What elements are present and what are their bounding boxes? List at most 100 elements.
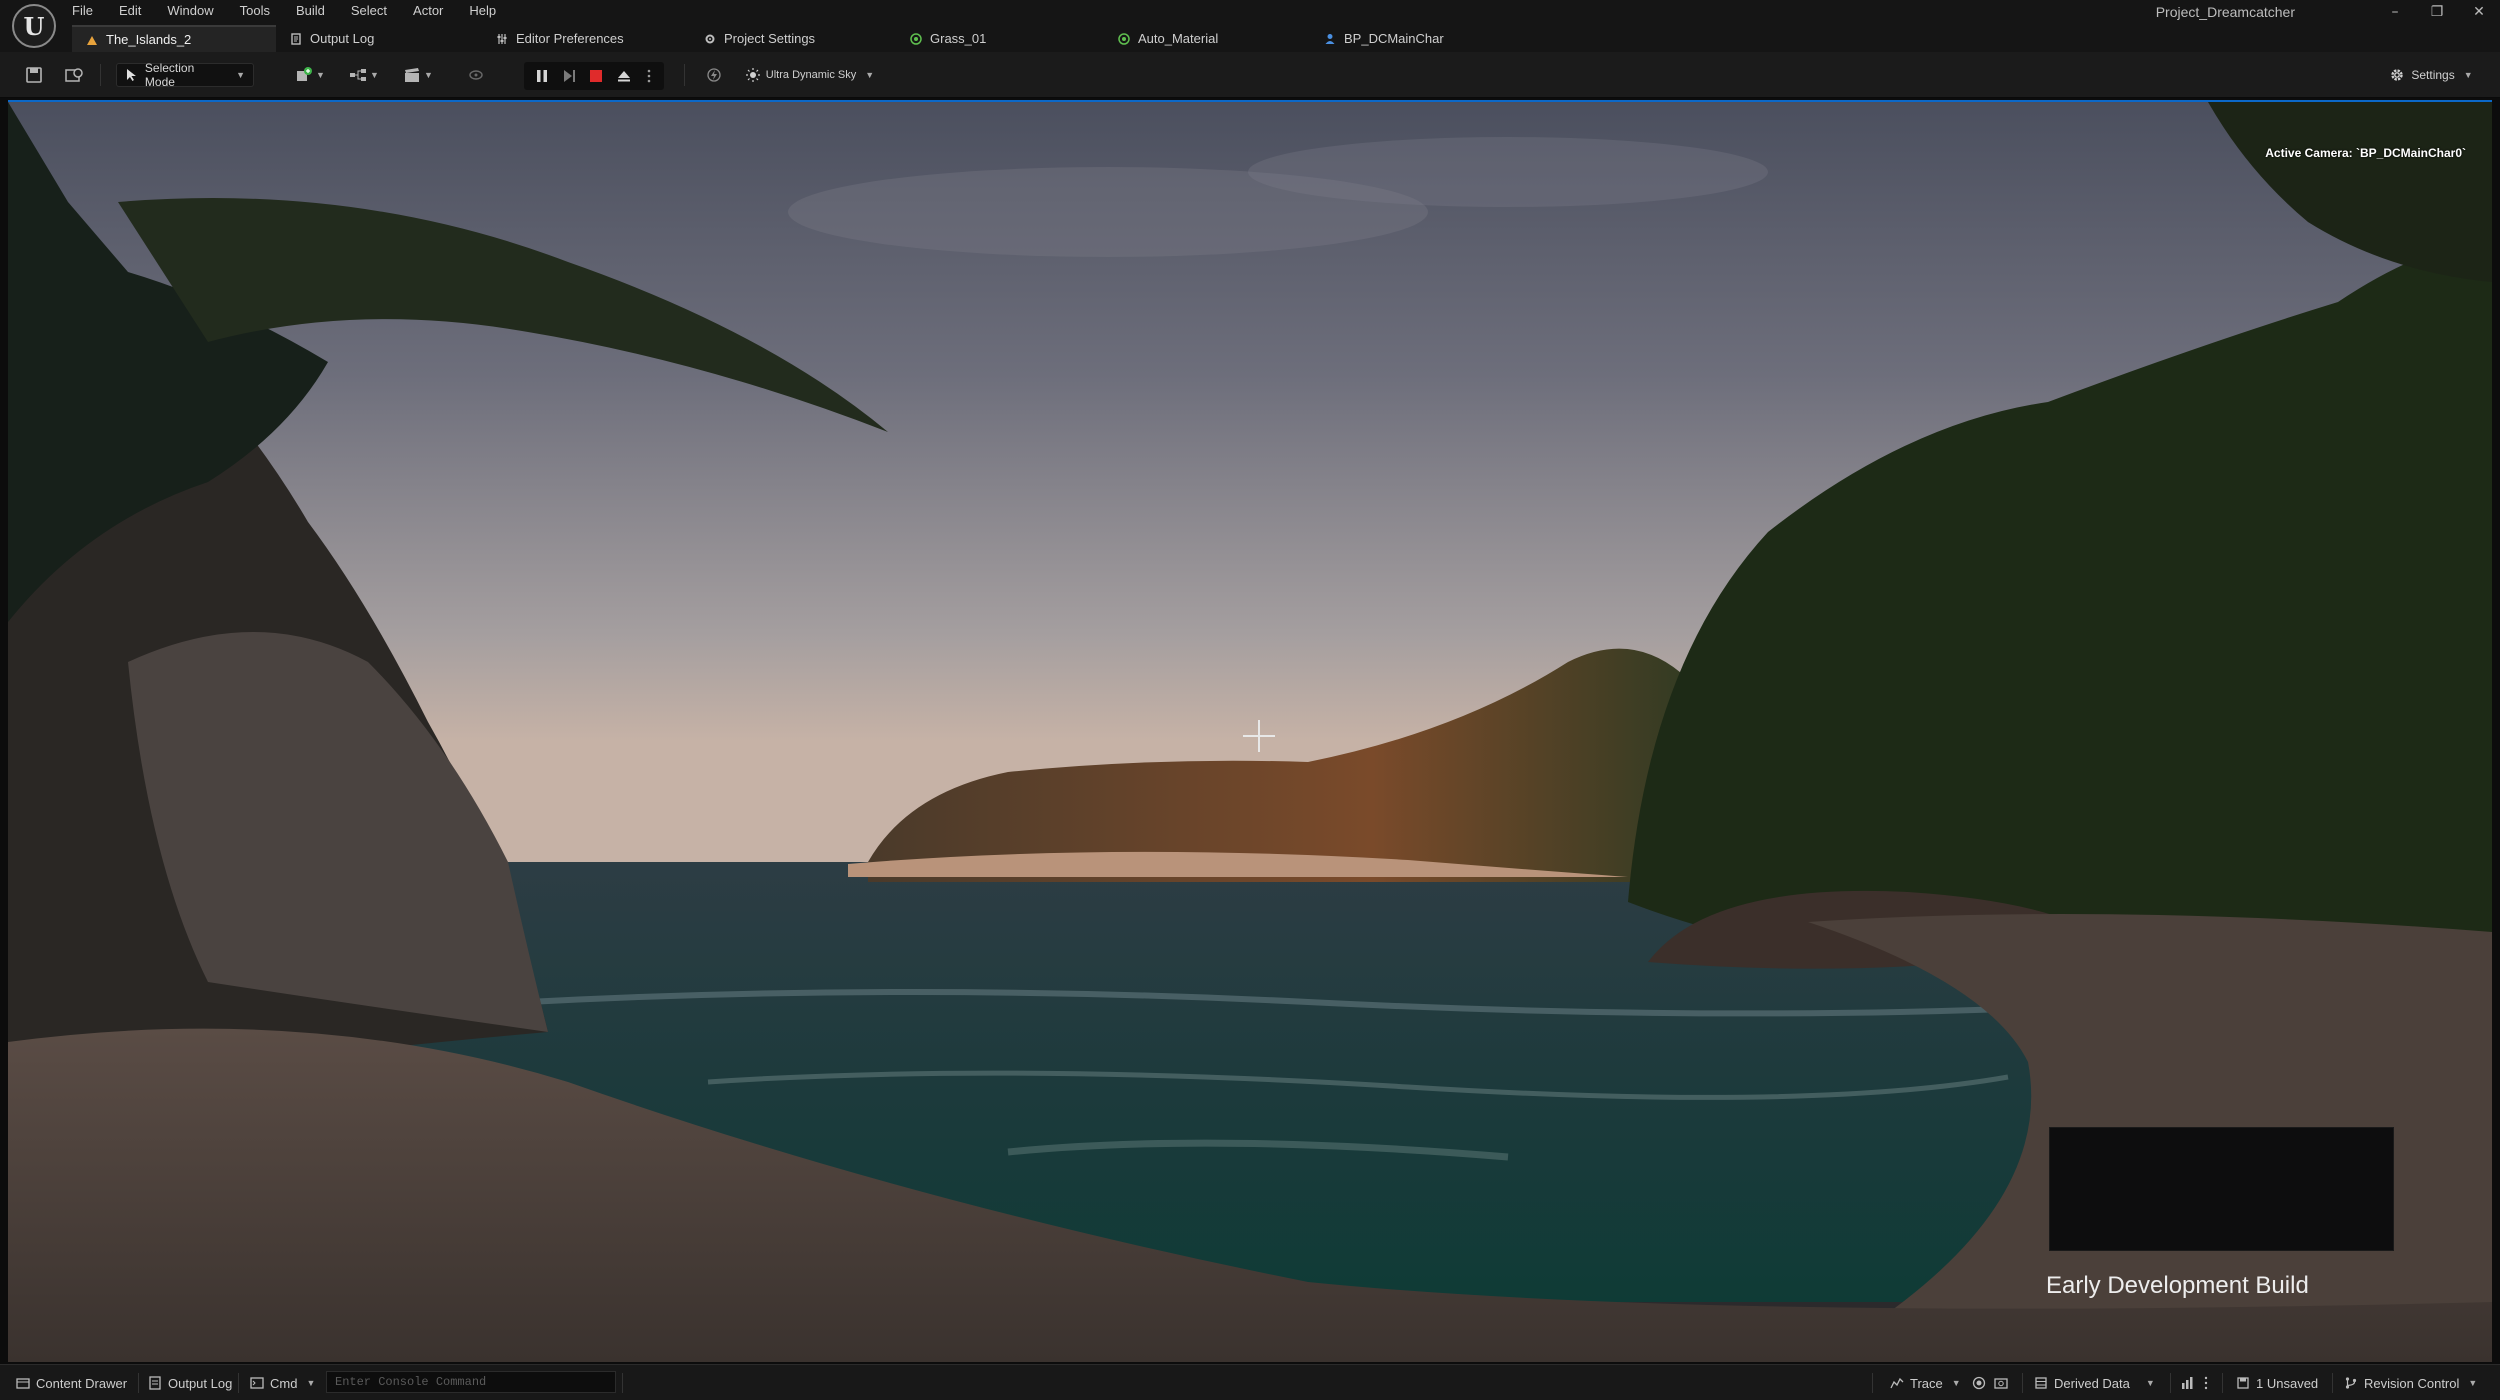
revision-control-dropdown[interactable]: Revision Control ▼ — [2344, 1373, 2477, 1393]
close-button[interactable]: ✕ — [2458, 0, 2500, 24]
selection-mode-dropdown[interactable]: Selection Mode ▼ — [116, 61, 254, 89]
menu-edit[interactable]: Edit — [119, 0, 141, 22]
title-bar: U File Edit Window Tools Build Select Ac… — [0, 0, 2500, 52]
gear-icon — [2391, 69, 2404, 81]
revision-control-label: Revision Control — [2364, 1375, 2460, 1391]
separator — [100, 64, 101, 86]
content-drawer-button[interactable]: Content Drawer — [16, 1373, 127, 1393]
add-icon — [297, 67, 313, 81]
chevron-down-icon: ▼ — [2145, 1378, 2155, 1388]
clapperboard-icon — [405, 68, 420, 82]
chevron-down-icon: ▼ — [424, 70, 433, 80]
ultra-dynamic-sky-button[interactable]: Ultra Dynamic Sky ▼ — [744, 63, 876, 87]
cinematics-button[interactable]: ▼ — [398, 63, 438, 87]
platforms-button[interactable] — [464, 63, 488, 87]
separator — [138, 1373, 139, 1393]
lightning-icon — [707, 68, 721, 82]
restore-button[interactable]: ❐ — [2416, 0, 2458, 24]
cursor-icon — [126, 69, 136, 81]
separator — [2332, 1373, 2333, 1393]
chevron-down-icon: ▼ — [1951, 1378, 1961, 1388]
record-button[interactable] — [1972, 1373, 1986, 1393]
tab-label: Editor Preferences — [516, 31, 624, 46]
separator — [2022, 1373, 2023, 1393]
level-viewport[interactable]: Active Camera: `BP_DCMainChar0` Early De… — [8, 100, 2492, 1362]
crosshair-icon — [1243, 720, 1275, 752]
tab-label: Project Settings — [724, 31, 816, 46]
content-browser-button[interactable] — [62, 63, 86, 87]
menu-window[interactable]: Window — [167, 0, 213, 22]
eject-icon — [618, 71, 630, 82]
pause-button[interactable] — [530, 64, 554, 88]
trace-dropdown[interactable]: Trace ▼ — [1890, 1373, 1961, 1393]
save-icon — [2237, 1377, 2249, 1389]
menu-help[interactable]: Help — [469, 0, 496, 22]
material-icon — [1118, 32, 1130, 45]
tab-label: Output Log — [310, 31, 375, 46]
blueprint-menu-button[interactable]: ▼ — [344, 63, 384, 87]
unreal-logo-icon[interactable]: U — [12, 4, 56, 48]
chevron-down-icon: ▼ — [2468, 1378, 2478, 1388]
separator — [684, 64, 685, 86]
play-options-button[interactable] — [639, 64, 659, 88]
project-name: Project_Dreamcatcher — [2155, 4, 2295, 20]
menu-build[interactable]: Build — [296, 0, 325, 22]
output-log-button[interactable]: Output Log — [148, 1373, 232, 1393]
add-actor-button[interactable]: ▼ — [290, 63, 330, 87]
drawer-icon — [16, 1378, 30, 1389]
status-options-button[interactable] — [2204, 1373, 2208, 1393]
tab-grass-01[interactable]: Grass_01 — [896, 25, 1104, 52]
minimize-button[interactable]: – — [2374, 0, 2416, 24]
unsaved-button[interactable]: 1 Unsaved — [2236, 1373, 2318, 1393]
selection-mode-label: Selection Mode — [144, 61, 195, 89]
bar-chart-icon — [2182, 1377, 2193, 1389]
blueprint-icon — [1325, 33, 1335, 44]
eject-button[interactable] — [612, 64, 636, 88]
blueprint-tools-icon — [350, 69, 367, 81]
tab-output-log[interactable]: Output Log — [276, 25, 482, 52]
menu-select[interactable]: Select — [351, 0, 387, 22]
level-icon — [87, 35, 97, 45]
tab-label: Grass_01 — [930, 31, 987, 46]
step-frame-button[interactable] — [557, 64, 581, 88]
console-command-input[interactable] — [326, 1371, 616, 1393]
active-camera-label: Active Camera: `BP_DCMainChar0` — [2265, 146, 2466, 160]
cmd-dropdown[interactable]: Cmd ▼ — [250, 1373, 315, 1393]
menu-tools[interactable]: Tools — [240, 0, 270, 22]
tab-auto-material[interactable]: Auto_Material — [1104, 25, 1310, 52]
settings-label: Settings — [2411, 68, 2455, 82]
tab-the-islands-2[interactable]: The_Islands_2 — [72, 25, 276, 52]
settings-button[interactable]: Settings ▼ — [2386, 63, 2476, 87]
separator — [1872, 1373, 1873, 1393]
trace-label: Trace — [1910, 1375, 1943, 1391]
content-drawer-label: Content Drawer — [36, 1375, 128, 1391]
separator — [2222, 1373, 2223, 1393]
chevron-down-icon: ▼ — [316, 70, 325, 80]
branch-icon — [2345, 1377, 2357, 1389]
tab-editor-preferences[interactable]: Editor Preferences — [482, 25, 690, 52]
tab-label: BP_DCMainChar — [1344, 31, 1444, 46]
menu-actor[interactable]: Actor — [413, 0, 443, 22]
derived-data-dropdown[interactable]: Derived Data ▼ — [2034, 1373, 2155, 1393]
chevron-down-icon: ▼ — [865, 70, 875, 80]
screenshot-button[interactable] — [1994, 1373, 2008, 1393]
chevron-down-icon: ▼ — [2463, 70, 2473, 80]
material-icon — [910, 32, 922, 45]
play-controls — [524, 62, 664, 90]
status-bar: Content Drawer Output Log Cmd ▼ Trace ▼ … — [0, 1364, 2500, 1400]
unsaved-label: 1 Unsaved — [2256, 1375, 2319, 1391]
save-button[interactable] — [22, 63, 46, 87]
tab-bp-dcmainchar[interactable]: BP_DCMainChar — [1310, 25, 1516, 52]
terminal-icon — [250, 1377, 264, 1389]
menu-file[interactable]: File — [72, 0, 93, 22]
stop-icon — [590, 70, 602, 82]
window-controls: – ❐ ✕ — [2374, 0, 2500, 24]
stats-button[interactable] — [2180, 1373, 2194, 1393]
camera-icon — [1994, 1378, 2008, 1389]
stop-button[interactable] — [584, 64, 608, 88]
tab-label: The_Islands_2 — [106, 32, 192, 47]
save-icon — [26, 67, 42, 83]
live-coding-button[interactable] — [702, 63, 726, 87]
database-icon — [2035, 1377, 2047, 1389]
tab-project-settings[interactable]: Project Settings — [690, 25, 896, 52]
